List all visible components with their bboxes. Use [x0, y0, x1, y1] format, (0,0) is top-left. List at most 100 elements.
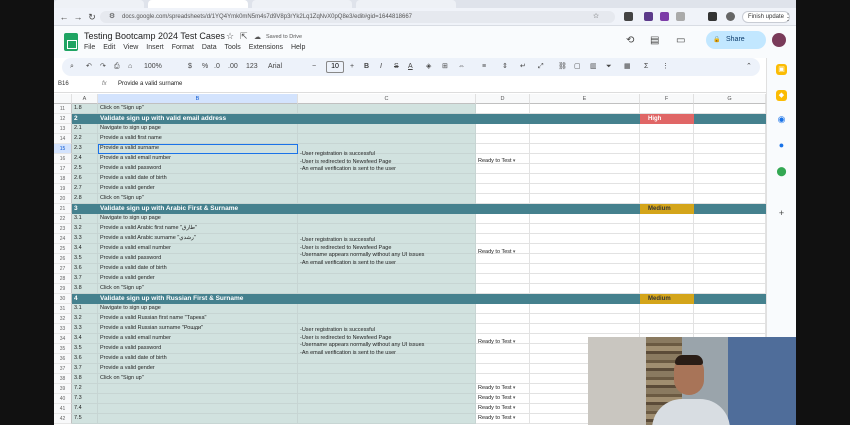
cell-step[interactable] [98, 394, 298, 404]
cell-step[interactable]: Provide a valid gender [98, 274, 298, 284]
cell[interactable] [530, 104, 640, 114]
cell[interactable] [694, 124, 766, 134]
cell[interactable] [530, 204, 640, 214]
cell-id[interactable]: 3.4 [72, 244, 98, 254]
cell[interactable] [640, 104, 694, 114]
menu-extensions[interactable]: Extensions [249, 44, 283, 51]
cell-step[interactable]: Provide a valid email number [98, 154, 298, 164]
cell-status[interactable] [476, 144, 530, 154]
cell[interactable] [640, 194, 694, 204]
cell[interactable] [530, 114, 640, 124]
cell-status[interactable] [476, 294, 530, 304]
cell[interactable] [530, 324, 640, 334]
star-icon[interactable]: ☆ [226, 31, 234, 42]
font-size-input[interactable]: 10 [326, 61, 344, 73]
cell[interactable] [694, 184, 766, 194]
cell[interactable] [694, 174, 766, 184]
cell[interactable] [640, 224, 694, 234]
valign-icon[interactable]: ⇕ [502, 60, 508, 74]
cell-expected[interactable] [298, 224, 476, 234]
cell-step[interactable]: Provide a valid surname [98, 144, 298, 154]
cell-status[interactable] [476, 324, 530, 334]
cell-status[interactable]: Ready to Test [476, 384, 530, 394]
row-number[interactable]: 11 [54, 104, 72, 114]
cell-id[interactable]: 3.1 [72, 214, 98, 224]
cell[interactable] [530, 174, 640, 184]
row-number[interactable]: 34 [54, 334, 72, 344]
row-number[interactable]: 27 [54, 264, 72, 274]
wrap-icon[interactable]: ↵ [520, 60, 526, 74]
cell-id[interactable]: 7.5 [72, 414, 98, 424]
cell[interactable] [694, 304, 766, 314]
cell[interactable] [694, 144, 766, 154]
cell-id[interactable]: 7.2 [72, 384, 98, 394]
cell[interactable] [694, 244, 766, 254]
cell-status[interactable] [476, 234, 530, 244]
cell-status[interactable] [476, 164, 530, 174]
cell-id[interactable]: 2.4 [72, 154, 98, 164]
back-icon[interactable]: ← [58, 11, 70, 23]
row-number[interactable]: 22 [54, 214, 72, 224]
cell-expected[interactable] [298, 134, 476, 144]
priority-badge[interactable]: Medium [640, 204, 694, 214]
cell[interactable] [694, 204, 766, 214]
cell[interactable] [640, 144, 694, 154]
row-number[interactable]: 14 [54, 134, 72, 144]
cell-id[interactable]: 3.2 [72, 224, 98, 234]
cell-status[interactable] [476, 264, 530, 274]
cell-status[interactable] [476, 344, 530, 354]
cell-id[interactable]: 7.3 [72, 394, 98, 404]
cell[interactable] [694, 114, 766, 124]
cell[interactable] [530, 264, 640, 274]
row-number[interactable]: 33 [54, 324, 72, 334]
cell-step[interactable]: Validate sign up with Arabic First & Sur… [98, 204, 298, 214]
row-number[interactable]: 19 [54, 184, 72, 194]
column-header-g[interactable]: G [694, 94, 766, 104]
cell-step[interactable]: Provide a valid Arabic first name "طارق" [98, 224, 298, 234]
bold-button[interactable]: B [364, 60, 369, 74]
cell-expected[interactable] [298, 104, 476, 114]
cell[interactable] [530, 284, 640, 294]
maps-icon[interactable]: ⬤ [776, 166, 787, 177]
cell[interactable] [530, 244, 640, 254]
calendar-icon[interactable]: ▣ [776, 64, 787, 75]
cell[interactable] [530, 184, 640, 194]
column-header-a[interactable]: A [72, 94, 98, 104]
cell[interactable] [640, 234, 694, 244]
column-header-c[interactable]: C [298, 94, 476, 104]
extension-icon[interactable] [624, 12, 633, 21]
align-icon[interactable]: ≡ [482, 60, 486, 74]
row-number[interactable]: 29 [54, 284, 72, 294]
cell-step[interactable]: Provide a valid password [98, 344, 298, 354]
cell-expected[interactable] [298, 204, 476, 214]
cell-expected[interactable] [298, 414, 476, 424]
more-tools-icon[interactable]: ⋮ [662, 60, 669, 74]
cell-id[interactable]: 2.1 [72, 124, 98, 134]
site-info-icon[interactable]: ⚙ [106, 11, 118, 23]
extension-icon[interactable] [660, 12, 669, 21]
document-title[interactable]: Testing Bootcamp 2024 Test Cases [84, 31, 225, 41]
cell-id[interactable]: 3.5 [72, 344, 98, 354]
cell[interactable] [530, 124, 640, 134]
row-number[interactable]: 30 [54, 294, 72, 304]
cell[interactable] [694, 324, 766, 334]
cell[interactable] [694, 134, 766, 144]
cell[interactable] [640, 184, 694, 194]
sheets-logo-icon[interactable] [64, 33, 78, 51]
cell-step[interactable]: Provide a valid first name [98, 134, 298, 144]
row-number[interactable]: 13 [54, 124, 72, 134]
cell-id[interactable]: 2.2 [72, 134, 98, 144]
share-button[interactable]: Share [706, 31, 766, 49]
cell[interactable] [694, 194, 766, 204]
cell-step[interactable]: Click on "Sign up" [98, 104, 298, 114]
link-icon[interactable]: ⛓ [558, 60, 567, 74]
cell[interactable] [530, 224, 640, 234]
cell-expected[interactable] [298, 274, 476, 284]
cell-id[interactable]: 3.2 [72, 314, 98, 324]
cell-expected[interactable] [298, 114, 476, 124]
cell[interactable] [530, 154, 640, 164]
zoom-select[interactable]: 100% [144, 60, 162, 74]
cell-id[interactable]: 3.1 [72, 304, 98, 314]
cell-id[interactable]: 2.6 [72, 174, 98, 184]
paint-format-icon[interactable]: ⌂ [128, 60, 132, 74]
